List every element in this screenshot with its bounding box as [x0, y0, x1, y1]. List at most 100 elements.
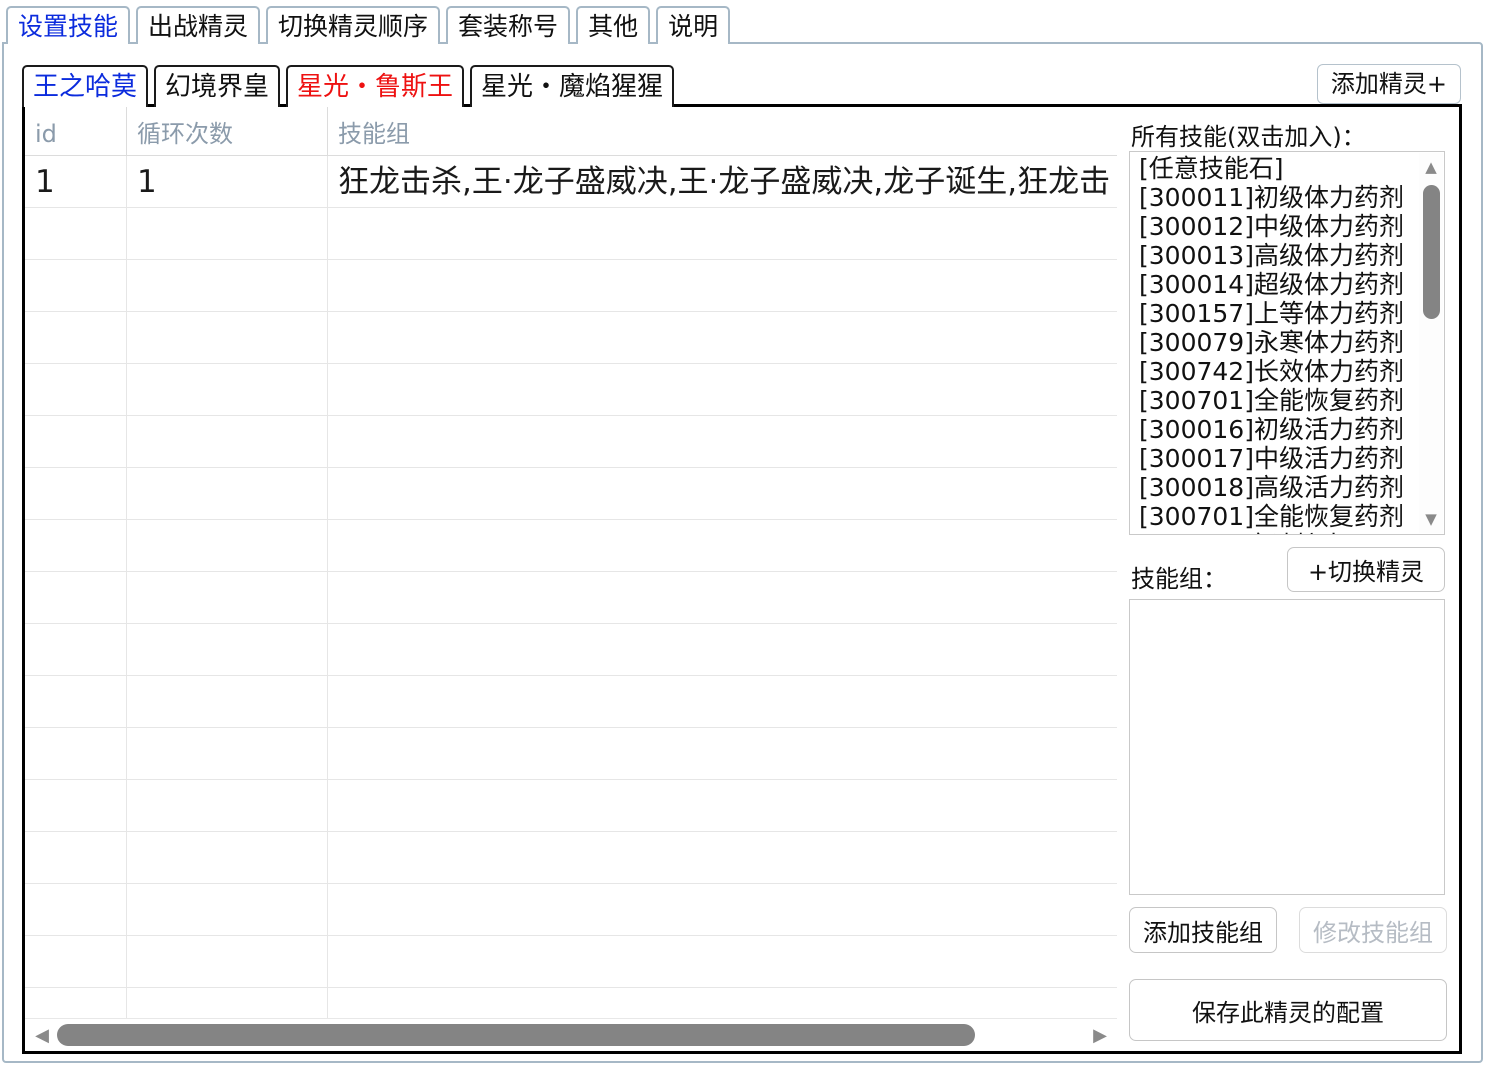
cell-loop-count[interactable]: [126, 416, 327, 467]
table-row[interactable]: [25, 884, 1117, 936]
switch-pet-button[interactable]: +切换精灵: [1287, 547, 1445, 592]
horizontal-scroll-thumb[interactable]: [57, 1024, 975, 1046]
cell-loop-count[interactable]: [126, 260, 327, 311]
cell-loop-count[interactable]: [126, 936, 327, 987]
cell-id[interactable]: [25, 624, 126, 675]
grid-header-skill-group[interactable]: 技能组: [327, 107, 1117, 155]
cell-loop-count[interactable]: [126, 832, 327, 883]
cell-loop-count[interactable]: [126, 884, 327, 935]
table-row[interactable]: [25, 416, 1117, 468]
list-item[interactable]: [300017]中级活力药剂: [1130, 444, 1420, 473]
cell-skill-group[interactable]: [327, 572, 1117, 623]
list-item[interactable]: [10613] 音速撞击: [1130, 531, 1420, 534]
cell-loop-count[interactable]: [126, 676, 327, 727]
save-pet-config-button[interactable]: 保存此精灵的配置: [1129, 979, 1447, 1041]
cell-skill-group[interactable]: [327, 416, 1117, 467]
cell-loop-count[interactable]: [126, 728, 327, 779]
all-skills-vertical-scrollbar[interactable]: ▲ ▼: [1419, 153, 1443, 533]
cell-loop-count[interactable]: [126, 208, 327, 259]
table-row[interactable]: [25, 208, 1117, 260]
add-pet-button[interactable]: 添加精灵+: [1316, 64, 1461, 104]
cell-loop-count[interactable]: [126, 572, 327, 623]
cell-skill-group[interactable]: [327, 780, 1117, 831]
cell-id[interactable]: [25, 780, 126, 831]
cell-loop-count[interactable]: [126, 468, 327, 519]
table-row[interactable]: [25, 572, 1117, 624]
list-item[interactable]: [300701]全能恢复药剂: [1130, 386, 1420, 415]
add-skill-group-button[interactable]: 添加技能组: [1129, 907, 1277, 953]
cell-id[interactable]: 1: [25, 156, 126, 207]
cell-loop-count[interactable]: [126, 364, 327, 415]
table-row[interactable]: [25, 364, 1117, 416]
cell-skill-group[interactable]: [327, 936, 1117, 987]
tab-suit-title[interactable]: 套装称号: [446, 6, 571, 44]
cell-skill-group[interactable]: [327, 364, 1117, 415]
cell-skill-group[interactable]: [327, 728, 1117, 779]
list-item[interactable]: [300079]永寒体力药剂: [1130, 328, 1420, 357]
table-row[interactable]: [25, 676, 1117, 728]
pet-tab-huanjingjiehuang[interactable]: 幻境界皇: [154, 65, 281, 107]
table-row[interactable]: [25, 312, 1117, 364]
list-item[interactable]: [300018]高级活力药剂: [1130, 473, 1420, 502]
pet-tab-wangzhihamo[interactable]: 王之哈莫: [22, 65, 149, 107]
cell-skill-group[interactable]: [327, 260, 1117, 311]
cell-skill-group[interactable]: [327, 832, 1117, 883]
tab-battle-pets[interactable]: 出战精灵: [136, 6, 261, 44]
cell-id[interactable]: [25, 572, 126, 623]
edit-skill-group-button[interactable]: 修改技能组: [1299, 907, 1447, 953]
cell-id[interactable]: [25, 312, 126, 363]
scroll-down-arrow-icon[interactable]: ▼: [1419, 508, 1443, 530]
list-item[interactable]: [300742]长效体力药剂: [1130, 357, 1420, 386]
table-row[interactable]: [25, 260, 1117, 312]
scroll-right-arrow-icon[interactable]: ▶: [1087, 1019, 1113, 1051]
tab-switch-pet-order[interactable]: 切换精灵顺序: [266, 6, 441, 44]
cell-skill-group[interactable]: [327, 312, 1117, 363]
table-row[interactable]: [25, 832, 1117, 884]
pet-tab-xingguang-moyanxingxing[interactable]: 星光・魔焰猩猩: [470, 65, 675, 107]
grid-header-loop-count[interactable]: 循环次数: [126, 107, 327, 155]
scroll-left-arrow-icon[interactable]: ◀: [29, 1019, 55, 1051]
table-row[interactable]: [25, 780, 1117, 832]
cell-id[interactable]: [25, 832, 126, 883]
all-skills-listbox[interactable]: [任意技能石] [300011]初级体力药剂 [300012]中级体力药剂 [3…: [1129, 151, 1445, 535]
list-item[interactable]: [300011]初级体力药剂: [1130, 183, 1420, 212]
table-row[interactable]: [25, 728, 1117, 780]
list-item[interactable]: [300013]高级体力药剂: [1130, 241, 1420, 270]
cell-id[interactable]: [25, 468, 126, 519]
table-row[interactable]: [25, 936, 1117, 988]
list-item[interactable]: [300157]上等体力药剂: [1130, 299, 1420, 328]
cell-skill-group[interactable]: [327, 208, 1117, 259]
cell-skill-group[interactable]: [327, 884, 1117, 935]
table-row[interactable]: 1 1 狂龙击杀,王·龙子盛威决,王·龙子盛威决,龙子诞生,狂龙击: [25, 156, 1117, 208]
table-row[interactable]: [25, 520, 1117, 572]
list-item[interactable]: [300016]初级活力药剂: [1130, 415, 1420, 444]
vertical-scroll-thumb[interactable]: [1423, 185, 1440, 319]
cell-loop-count[interactable]: 1: [126, 156, 327, 207]
cell-id[interactable]: [25, 520, 126, 571]
cell-loop-count[interactable]: [126, 520, 327, 571]
cell-skill-group[interactable]: [327, 624, 1117, 675]
cell-id[interactable]: [25, 936, 126, 987]
list-item[interactable]: [300012]中级体力药剂: [1130, 212, 1420, 241]
grid-horizontal-scrollbar[interactable]: ◀ ▶: [25, 1018, 1117, 1051]
cell-loop-count[interactable]: [126, 624, 327, 675]
list-item[interactable]: [任意技能石]: [1130, 154, 1420, 183]
cell-id[interactable]: [25, 884, 126, 935]
list-item[interactable]: [300014]超级体力药剂: [1130, 270, 1420, 299]
pet-tab-xingguang-lusiwang[interactable]: 星光・鲁斯王: [286, 65, 465, 107]
skill-group-textarea[interactable]: [1129, 599, 1445, 895]
cell-skill-group[interactable]: [327, 520, 1117, 571]
cell-skill-group[interactable]: 狂龙击杀,王·龙子盛威决,王·龙子盛威决,龙子诞生,狂龙击: [327, 156, 1117, 207]
cell-loop-count[interactable]: [126, 780, 327, 831]
cell-skill-group[interactable]: [327, 468, 1117, 519]
table-row[interactable]: [25, 624, 1117, 676]
cell-id[interactable]: [25, 416, 126, 467]
cell-id[interactable]: [25, 208, 126, 259]
scroll-up-arrow-icon[interactable]: ▲: [1419, 156, 1443, 178]
cell-id[interactable]: [25, 260, 126, 311]
cell-id[interactable]: [25, 676, 126, 727]
cell-id[interactable]: [25, 364, 126, 415]
tab-help[interactable]: 说明: [656, 6, 731, 44]
grid-header-id[interactable]: id: [25, 107, 126, 155]
tab-other[interactable]: 其他: [576, 6, 651, 44]
